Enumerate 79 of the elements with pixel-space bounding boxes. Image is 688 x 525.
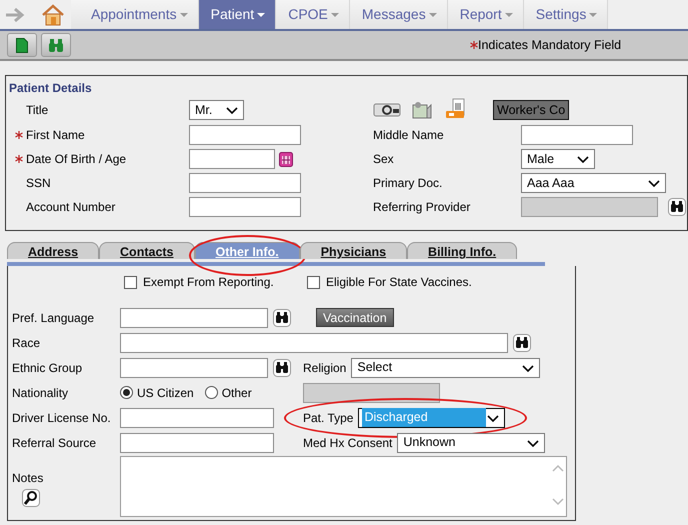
text-field[interactable] (120, 332, 508, 352)
search-button[interactable] (41, 33, 71, 57)
tab[interactable]: Physicians (300, 242, 408, 260)
text-field[interactable] (189, 173, 301, 193)
text-field[interactable] (120, 308, 268, 328)
checkbox-label: Eligible For State Vaccines. (326, 274, 472, 291)
radio-button[interactable] (204, 386, 218, 399)
field-label: Ethnic Group (12, 360, 82, 374)
dropdown[interactable]: Select (351, 358, 540, 378)
text-field[interactable] (189, 197, 301, 217)
tab[interactable]: Billing Info. (407, 242, 518, 260)
dropdown[interactable]: Mr. (189, 100, 244, 120)
mandatory-note: Indicates Mandatory Field (478, 36, 622, 54)
menu-tab[interactable]: Appointments (71, 0, 199, 29)
radio-label: US Citizen (137, 384, 194, 402)
field-label: Referring Provider (373, 200, 470, 214)
field-label: Middle Name (373, 128, 444, 142)
chevron-down-icon (521, 362, 536, 372)
lookup-icon[interactable] (668, 198, 686, 216)
menu-tab[interactable]: Messages (350, 0, 448, 29)
field-label: Nationality (12, 386, 68, 400)
tab[interactable]: Address (7, 242, 100, 260)
lookup-icon[interactable] (513, 334, 531, 352)
text-field[interactable] (521, 125, 633, 145)
chevron-down-icon (225, 105, 239, 115)
chevron-down-icon (647, 178, 661, 188)
date-field[interactable] (189, 149, 275, 169)
menu-tab[interactable]: Settings (524, 0, 608, 29)
field-label: Date Of Birth / Age (26, 152, 126, 166)
card-icon[interactable] (373, 102, 401, 118)
text-field[interactable] (120, 358, 268, 378)
field-label: Pat. Type (303, 410, 354, 426)
dropdown[interactable]: Discharged (358, 408, 506, 428)
tab[interactable]: Contacts (99, 242, 195, 260)
dropdown[interactable]: Unknown (397, 432, 546, 452)
text-field[interactable] (120, 408, 274, 428)
vaccination-button[interactable]: Vaccination (316, 308, 394, 327)
binoculars-icon (48, 38, 64, 52)
menu-tab[interactable]: CPOE (276, 0, 350, 29)
text-field[interactable] (120, 432, 274, 452)
required-icon (470, 41, 478, 49)
checkbox-label: Exempt From Reporting. (143, 274, 274, 291)
back-arrow-icon[interactable] (5, 6, 25, 22)
field-label: Religion (303, 360, 346, 376)
field-label: Driver License No. (12, 410, 111, 424)
notes-area[interactable] (120, 456, 567, 517)
workers-comp-button[interactable]: Worker's Co (493, 100, 570, 120)
radio-button[interactable] (120, 386, 133, 399)
checkbox[interactable] (124, 276, 137, 288)
tab[interactable]: Other Info. (194, 242, 300, 260)
home-icon[interactable] (41, 2, 65, 26)
new-page-button[interactable] (7, 33, 37, 57)
dropdown[interactable]: Aaa Aaa (521, 173, 666, 193)
dropdown[interactable]: Male (521, 149, 595, 169)
menu-tab[interactable]: Patient (198, 0, 276, 29)
radio-label: Other (222, 384, 252, 402)
field-label: Account Number (26, 200, 116, 214)
field-label: Notes (12, 471, 44, 485)
field-label: First Name (26, 128, 85, 142)
field-label: Referral Source (12, 436, 96, 450)
field-label: Med Hx Consent (303, 434, 392, 452)
menu-tab[interactable]: Report (448, 0, 524, 29)
field-label: Sex (373, 152, 394, 166)
calendar-icon[interactable] (279, 152, 293, 166)
checkbox[interactable] (307, 276, 320, 288)
field-label: Primary Doc. (373, 176, 442, 190)
field-label: SSN (26, 176, 51, 190)
field-label: Race (12, 336, 40, 350)
chevron-down-icon (486, 412, 500, 422)
zoom-icon[interactable] (22, 489, 40, 507)
field-label: Pref. Language (12, 310, 94, 324)
page-icon (16, 38, 28, 52)
chevron-down-icon (576, 154, 590, 164)
text-field[interactable] (189, 125, 301, 145)
chevron-down-icon (526, 438, 540, 448)
lookup-icon[interactable] (273, 308, 291, 326)
field-label: Title (26, 103, 48, 117)
lookup-icon[interactable] (273, 358, 291, 376)
section-title: Patient Details (9, 80, 93, 97)
